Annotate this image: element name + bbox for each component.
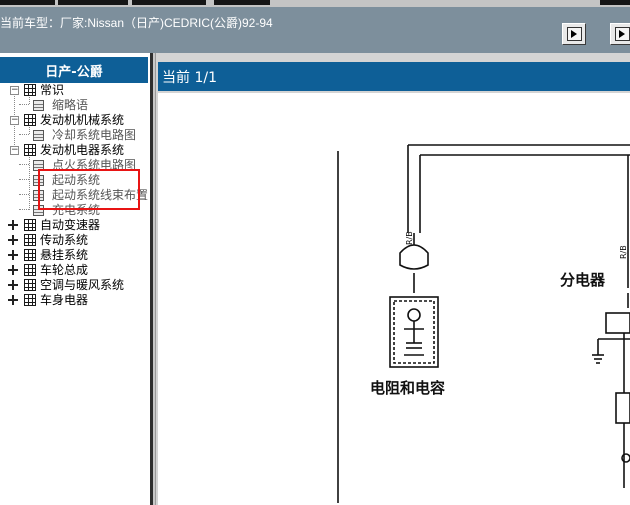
tree-node-label: 车身电器 (40, 293, 89, 307)
sidebar: 日产-公爵 − 常识 缩略语 − 发动机机械系统 冷却系统电路图 − 发动机电器… (0, 53, 150, 505)
book-icon (24, 114, 36, 126)
toolbar-dark-segment (132, 0, 206, 5)
document-icon (33, 190, 44, 201)
tree-node-label: 悬挂系统 (40, 248, 89, 262)
tree-node-label: 自动变速器 (40, 218, 101, 232)
book-icon (24, 234, 36, 246)
tree-leaf-label: 起动系统线束布置 (52, 188, 149, 202)
tree-node-label: 发动机电器系统 (40, 143, 125, 157)
tree-leaf-label: 起动系统 (52, 173, 101, 187)
tree-leaf-starting-system[interactable]: 起动系统 (0, 173, 150, 188)
tree-node-engine-electrical[interactable]: − 发动机电器系统 (0, 143, 150, 158)
tree-node-wheel-assembly[interactable]: 车轮总成 (0, 263, 150, 278)
expand-plus-icon[interactable] (8, 250, 18, 260)
document-icon (33, 100, 44, 111)
tree-leaf-label: 冷却系统电路图 (52, 128, 137, 142)
tree-leaf-cooling-diagram[interactable]: 冷却系统电路图 (0, 128, 150, 143)
tree-node-automatic-transmission[interactable]: 自动变速器 (0, 218, 150, 233)
expand-plus-icon[interactable] (8, 235, 18, 245)
expand-plus-icon[interactable] (8, 220, 18, 230)
content-pane: 当前 1/1 R/B R/B 电阻和电容 分电器 (156, 53, 630, 505)
tree-leaf-label: 缩略语 (52, 98, 89, 112)
last-page-button[interactable] (610, 23, 630, 45)
ignition-wiring-diagram: R/B R/B 电阻和电容 分电器 (158, 93, 630, 505)
wire-label: R/B (405, 231, 414, 245)
expand-plus-icon[interactable] (8, 280, 18, 290)
toolbar-dark-segment (600, 0, 630, 5)
book-icon (24, 219, 36, 231)
tree-leaf-label: 点火系统电路图 (52, 158, 137, 172)
distributor-label: 分电器 (560, 271, 606, 289)
category-tree: − 常识 缩略语 − 发动机机械系统 冷却系统电路图 − 发动机电器系统 点火系… (0, 83, 150, 503)
toolbar-dark-segment (214, 0, 270, 5)
expand-plus-icon[interactable] (8, 295, 18, 305)
current-car-label: 当前车型：厂家:Nissan（日产)CEDRIC(公爵)92-94 (0, 16, 273, 30)
tree-leaf-charging-system[interactable]: 充电系统 (0, 203, 150, 218)
header-bar: 当前车型：厂家:Nissan（日产)CEDRIC(公爵)92-94 (0, 7, 630, 53)
next-page-button[interactable] (562, 23, 586, 45)
tree-node-suspension[interactable]: 悬挂系统 (0, 248, 150, 263)
page-indicator-bar: 当前 1/1 (158, 62, 630, 91)
connector-shape (399, 244, 429, 270)
toolbar-dark-segment (0, 0, 55, 5)
tree-node-common[interactable]: − 常识 (0, 83, 150, 98)
toolbar-dark-segment (58, 0, 128, 5)
document-icon (33, 130, 44, 141)
expand-plus-icon[interactable] (8, 265, 18, 275)
wiring-diagram-graphic (337, 144, 630, 503)
distributor-body (605, 312, 630, 334)
page-indicator: 当前 1/1 (162, 69, 217, 86)
book-icon (24, 279, 36, 291)
collapse-toggle-icon[interactable]: − (10, 116, 19, 125)
tree-node-hvac[interactable]: 空调与暖风系统 (0, 278, 150, 293)
tree-node-label: 车轮总成 (40, 263, 89, 277)
document-icon (33, 160, 44, 171)
wire-label: R/B (619, 245, 628, 259)
tree-node-label: 空调与暖风系统 (40, 278, 125, 292)
sidebar-title: 日产-公爵 (0, 57, 148, 83)
next-page-icon (566, 27, 582, 41)
collapse-toggle-icon[interactable]: − (10, 146, 19, 155)
collapse-toggle-icon[interactable]: − (10, 86, 19, 95)
last-page-icon (614, 27, 630, 41)
book-icon (24, 144, 36, 156)
tree-node-label: 常识 (40, 83, 65, 97)
book-icon (24, 264, 36, 276)
tree-node-drivetrain[interactable]: 传动系统 (0, 233, 150, 248)
tree-leaf-ignition-diagram[interactable]: 点火系统电路图 (0, 158, 150, 173)
tree-leaf-label: 充电系统 (52, 203, 101, 217)
resistor-capacitor-label: 电阻和电容 (370, 379, 446, 397)
tree-leaf-starting-harness[interactable]: 起动系统线束布置 (0, 188, 150, 203)
tree-node-label: 发动机机械系统 (40, 113, 125, 127)
book-icon (24, 84, 36, 96)
document-icon (33, 205, 44, 216)
book-icon (24, 249, 36, 261)
book-icon (24, 294, 36, 306)
tree-node-engine-mechanical[interactable]: − 发动机机械系统 (0, 113, 150, 128)
tree-node-label: 传动系统 (40, 233, 89, 247)
tree-leaf-abbreviations[interactable]: 缩略语 (0, 98, 150, 113)
tree-node-body-electrical[interactable]: 车身电器 (0, 293, 150, 308)
document-icon (33, 175, 44, 186)
window-top-strip (0, 0, 630, 7)
